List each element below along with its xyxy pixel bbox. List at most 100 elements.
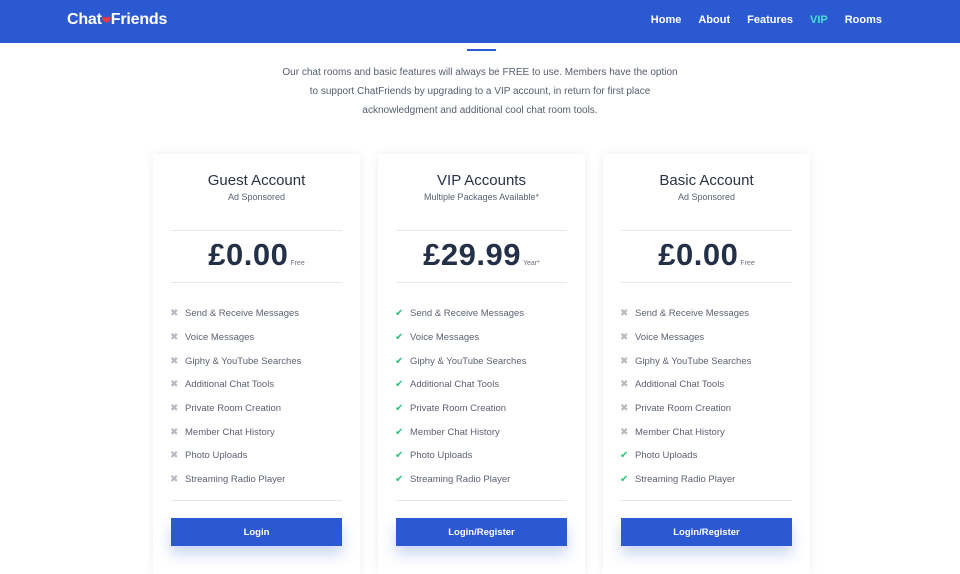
feature-label: Private Room Creation bbox=[635, 403, 732, 415]
feature-label: Member Chat History bbox=[410, 426, 500, 438]
feature-label: Send & Receive Messages bbox=[410, 308, 525, 320]
check-icon: ✔ bbox=[620, 450, 629, 462]
section-divider bbox=[467, 49, 496, 51]
plan-price: £29.99 bbox=[423, 237, 521, 272]
check-icon: ✔ bbox=[395, 450, 404, 462]
feature-item: ✔ Photo Uploads bbox=[395, 444, 526, 468]
feature-item: ✖ Photo Uploads bbox=[170, 444, 301, 468]
nav-link-about[interactable]: About bbox=[698, 14, 730, 26]
feature-item: ✖ Member Chat History bbox=[170, 420, 301, 444]
brand-logo-text-part1: Chat bbox=[67, 11, 102, 28]
feature-label: Photo Uploads bbox=[410, 450, 473, 462]
cross-icon: ✖ bbox=[620, 332, 629, 344]
cross-icon: ✖ bbox=[170, 474, 179, 486]
feature-label: Additional Chat Tools bbox=[185, 379, 275, 391]
feature-item: ✔ Private Room Creation bbox=[395, 397, 526, 421]
divider bbox=[621, 500, 792, 501]
feature-item: ✔ Voice Messages bbox=[395, 326, 526, 350]
divider bbox=[171, 282, 342, 283]
nav-link-home[interactable]: Home bbox=[651, 14, 682, 26]
feature-item: ✖ Member Chat History bbox=[620, 420, 751, 444]
check-icon: ✔ bbox=[395, 308, 404, 320]
feature-item: ✖ Additional Chat Tools bbox=[170, 373, 301, 397]
divider bbox=[396, 500, 567, 501]
login-button[interactable]: Login bbox=[171, 518, 342, 546]
feature-label: Streaming Radio Player bbox=[410, 474, 511, 486]
price-row: £0.00 Free bbox=[603, 237, 810, 273]
feature-list: ✖ Send & Receive Messages ✖ Voice Messages ✖… bbox=[170, 302, 301, 492]
divider bbox=[621, 230, 792, 231]
cross-icon: ✖ bbox=[170, 308, 179, 320]
feature-label: Member Chat History bbox=[635, 426, 725, 438]
feature-item: ✔ Streaming Radio Player bbox=[395, 468, 526, 492]
cross-icon: ✖ bbox=[620, 308, 629, 320]
feature-list: ✔ Send & Receive Messages ✔ Voice Messages ✔… bbox=[395, 302, 526, 492]
check-icon: ✔ bbox=[395, 332, 404, 344]
login-register-button[interactable]: Login/Register bbox=[396, 518, 567, 546]
plan-card-basic: Basic Account Ad Sponsored £0.00 Free ✖ S… bbox=[603, 154, 810, 574]
cross-icon: ✖ bbox=[170, 450, 179, 462]
feature-label: Voice Messages bbox=[635, 332, 705, 344]
price-row: £29.99 Year* bbox=[378, 237, 585, 273]
cross-icon: ✖ bbox=[170, 379, 179, 391]
feature-label: Giphy & YouTube Searches bbox=[185, 355, 302, 367]
feature-item: ✖ Private Room Creation bbox=[170, 397, 301, 421]
feature-item: ✔ Member Chat History bbox=[395, 420, 526, 444]
feature-label: Additional Chat Tools bbox=[410, 379, 500, 391]
check-icon: ✔ bbox=[395, 379, 404, 391]
nav-link-vip[interactable]: VIP bbox=[810, 14, 828, 26]
feature-item: ✖ Additional Chat Tools bbox=[620, 373, 751, 397]
price-row: £0.00 Free bbox=[153, 237, 360, 273]
feature-label: Private Room Creation bbox=[185, 403, 282, 415]
divider bbox=[171, 230, 342, 231]
plan-price: £0.00 bbox=[658, 237, 739, 272]
feature-label: Private Room Creation bbox=[410, 403, 507, 415]
cross-icon: ✖ bbox=[170, 355, 179, 367]
feature-label: Streaming Radio Player bbox=[635, 474, 736, 486]
feature-item: ✔ Send & Receive Messages bbox=[395, 302, 526, 326]
plan-subtitle: Ad Sponsored bbox=[677, 192, 736, 202]
feature-item: ✔ Photo Uploads bbox=[620, 444, 751, 468]
feature-item: ✖ Send & Receive Messages bbox=[620, 302, 751, 326]
plan-card-vip: VIP Accounts Multiple Packages Available… bbox=[378, 154, 585, 574]
check-icon: ✔ bbox=[395, 355, 404, 367]
feature-item: ✖ Voice Messages bbox=[170, 326, 301, 350]
nav-link-features[interactable]: Features bbox=[747, 14, 793, 26]
plan-period: Year* bbox=[522, 260, 540, 267]
plan-title: Basic Account bbox=[659, 172, 754, 189]
cross-icon: ✖ bbox=[170, 403, 179, 415]
feature-item: ✔ Streaming Radio Player bbox=[620, 468, 751, 492]
divider bbox=[171, 500, 342, 501]
plan-card-guest: Guest Account Ad Sponsored £0.00 Free ✖ S… bbox=[153, 154, 360, 574]
feature-label: Giphy & YouTube Searches bbox=[635, 355, 752, 367]
feature-label: Send & Receive Messages bbox=[185, 308, 300, 320]
feature-label: Send & Receive Messages bbox=[635, 308, 750, 320]
feature-label: Giphy & YouTube Searches bbox=[410, 355, 527, 367]
plan-title: Guest Account bbox=[207, 172, 306, 189]
divider bbox=[396, 282, 567, 283]
brand-logo[interactable]: Chat ❤ Friends bbox=[67, 11, 167, 29]
intro-text: Our chat rooms and basic features will a… bbox=[230, 63, 730, 120]
feature-label: Voice Messages bbox=[185, 332, 255, 344]
feature-item: ✖ Voice Messages bbox=[620, 326, 751, 350]
feature-item: ✖ Streaming Radio Player bbox=[170, 468, 301, 492]
feature-item: ✔ Giphy & YouTube Searches bbox=[395, 349, 526, 373]
plan-period: Free bbox=[290, 260, 305, 267]
feature-label: Voice Messages bbox=[410, 332, 480, 344]
cross-icon: ✖ bbox=[620, 426, 629, 438]
feature-list: ✖ Send & Receive Messages ✖ Voice Messages ✖… bbox=[620, 302, 751, 492]
top-navbar: Chat ❤ Friends Home About Features VIP Roo… bbox=[0, 0, 960, 43]
plan-subtitle: Multiple Packages Available* bbox=[424, 192, 539, 202]
feature-label: Photo Uploads bbox=[635, 450, 698, 462]
plan-title: VIP Accounts bbox=[437, 172, 526, 189]
cross-icon: ✖ bbox=[170, 332, 179, 344]
nav-link-rooms[interactable]: Rooms bbox=[845, 14, 882, 26]
login-register-button[interactable]: Login/Register bbox=[621, 518, 792, 546]
intro-line: Our chat rooms and basic features will a… bbox=[282, 67, 678, 78]
feature-label: Photo Uploads bbox=[185, 450, 248, 462]
cross-icon: ✖ bbox=[620, 403, 629, 415]
divider bbox=[621, 282, 792, 283]
intro-line: to support ChatFriends by upgrading to a… bbox=[309, 86, 651, 97]
feature-item: ✔ Additional Chat Tools bbox=[395, 373, 526, 397]
plan-subtitle: Ad Sponsored bbox=[227, 192, 286, 202]
